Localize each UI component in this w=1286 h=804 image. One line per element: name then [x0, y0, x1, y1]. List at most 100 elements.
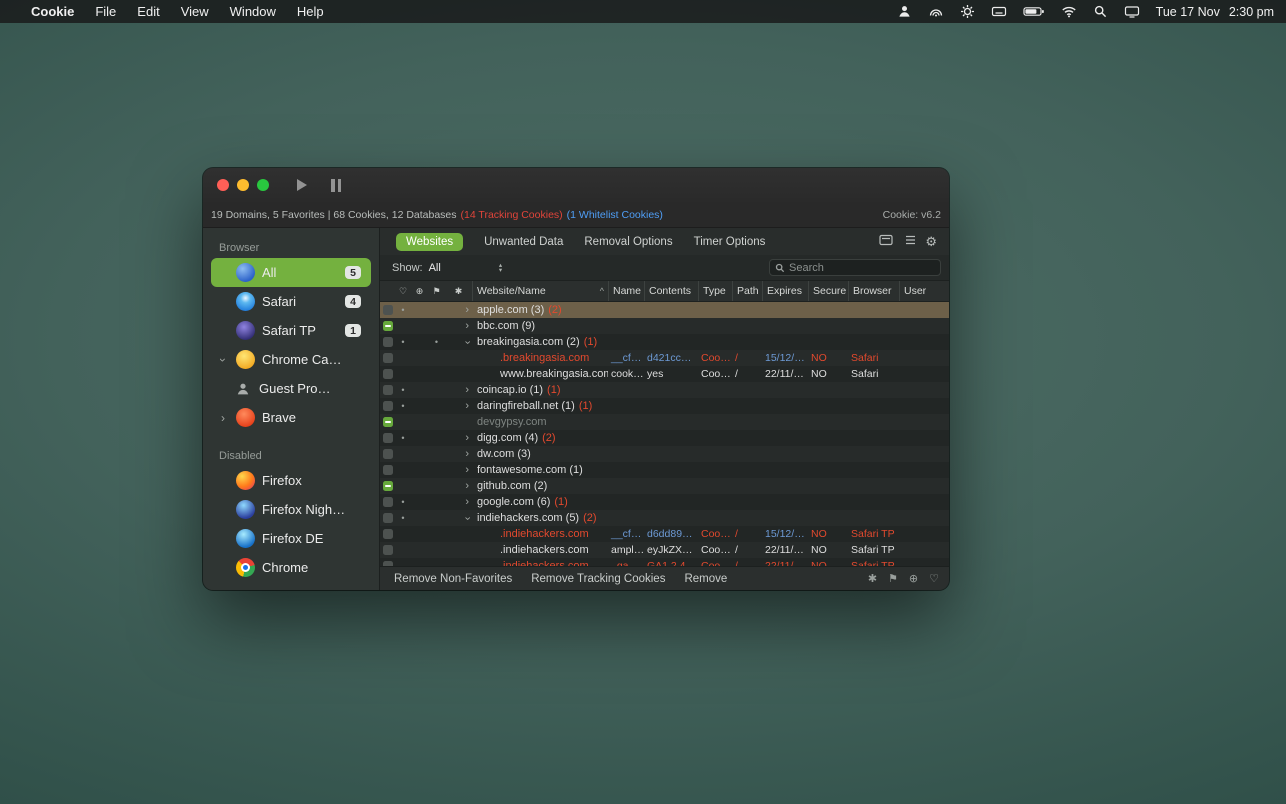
disclosure-cell[interactable] — [445, 558, 472, 566]
row-checkbox[interactable] — [383, 321, 393, 331]
gear-icon[interactable] — [960, 4, 975, 19]
sidebar-item-firefox-nightly[interactable]: Firefox Nigh… — [211, 495, 371, 524]
heart-icon[interactable]: ♡ — [929, 572, 939, 585]
disclosure-cell[interactable] — [445, 366, 472, 382]
chevron-down-icon[interactable]: › — [217, 353, 229, 367]
row-checkbox[interactable] — [383, 529, 393, 539]
chevron-down-icon[interactable]: › — [462, 516, 472, 520]
sidebar-item-chrome-canary[interactable]: › Chrome Ca… — [211, 345, 371, 374]
table-row[interactable]: .indiehackers.com_gaGA1.2.4…Coo…/22/11/…… — [380, 558, 949, 566]
status-whitelist-count[interactable]: (1 Whitelist Cookies) — [567, 209, 663, 221]
row-checkbox[interactable] — [383, 481, 393, 491]
disclosure-cell[interactable]: › — [445, 478, 472, 494]
chevron-right-icon[interactable]: › — [465, 385, 469, 396]
remove-tracking-cookies-button[interactable]: Remove Tracking Cookies — [531, 573, 665, 585]
table-row[interactable]: .indiehackers.com__cf…d6dd89…Coo…/15/12/… — [380, 526, 949, 542]
sidebar-item-guest-profile[interactable]: Guest Pro… — [227, 374, 371, 403]
tab-unwanted-data[interactable]: Unwanted Data — [484, 236, 563, 248]
disclosure-cell[interactable] — [445, 542, 472, 558]
sidebar-item-all[interactable]: All 5 — [211, 258, 371, 287]
table-row[interactable]: •›coincap.io (1)(1) — [380, 382, 949, 398]
table-row[interactable]: www.breakingasia.comcook…yesCoo…/22/11/…… — [380, 366, 949, 382]
menu-help[interactable]: Help — [297, 4, 324, 19]
hotspot-icon[interactable] — [928, 4, 944, 19]
table-row[interactable]: •›indiehackers.com (5)(2) — [380, 510, 949, 526]
row-checkbox[interactable] — [383, 545, 393, 555]
sidebar-item-chrome[interactable]: Chrome — [211, 553, 371, 582]
sidebar-item-brave[interactable]: › Brave — [211, 403, 371, 432]
column-header-name[interactable]: Name — [608, 281, 644, 301]
asterisk-icon[interactable]: ✱ — [868, 572, 877, 585]
row-checkbox[interactable] — [383, 513, 393, 523]
show-stepper-icon[interactable]: ▴▾ — [499, 263, 502, 273]
chevron-right-icon[interactable]: › — [465, 305, 469, 316]
search-input[interactable] — [789, 262, 935, 274]
column-header-browser[interactable]: Browser — [848, 281, 899, 301]
table-row[interactable]: devgypsy.com — [380, 414, 949, 430]
play-icon[interactable] — [297, 179, 307, 191]
sidebar-item-firefox-de[interactable]: Firefox DE — [211, 524, 371, 553]
minimize-button[interactable] — [237, 179, 249, 191]
sidebar-item-firefox[interactable]: Firefox — [211, 466, 371, 495]
disclosure-cell[interactable]: › — [445, 430, 472, 446]
control-center-icon[interactable] — [1124, 4, 1140, 19]
table-row[interactable]: •›apple.com (3)(2) — [380, 302, 949, 318]
keyboard-icon[interactable] — [991, 4, 1007, 19]
search-field[interactable] — [769, 259, 941, 276]
table-row[interactable]: .breakingasia.com__cf…d421cc…Coo…/15/12/… — [380, 350, 949, 366]
column-header-path[interactable]: Path — [732, 281, 762, 301]
row-checkbox[interactable] — [383, 305, 393, 315]
tab-websites[interactable]: Websites — [396, 233, 463, 251]
row-checkbox[interactable] — [383, 449, 393, 459]
row-checkbox[interactable] — [383, 417, 393, 427]
search-icon[interactable] — [1093, 4, 1108, 19]
disclosure-cell[interactable]: › — [445, 494, 472, 510]
pause-icon[interactable] — [331, 179, 341, 192]
chevron-right-icon[interactable]: › — [465, 321, 469, 332]
row-checkbox[interactable] — [383, 369, 393, 379]
remove-button[interactable]: Remove — [684, 573, 727, 585]
table-row[interactable]: ••›breakingasia.com (2)(1) — [380, 334, 949, 350]
disclosure-cell[interactable]: › — [445, 334, 472, 350]
chevron-right-icon[interactable]: › — [465, 465, 469, 476]
disclosure-cell[interactable] — [445, 350, 472, 366]
chevron-right-icon[interactable]: › — [217, 411, 229, 425]
chevron-right-icon[interactable]: › — [465, 401, 469, 412]
card-view-icon[interactable] — [879, 234, 893, 249]
table-row[interactable]: .indiehackers.comampl…eyJkZX…Coo…/22/11/… — [380, 542, 949, 558]
table-row[interactable]: ›github.com (2) — [380, 478, 949, 494]
flag-icon[interactable]: ⚑ — [888, 572, 898, 585]
chevron-right-icon[interactable]: › — [465, 449, 469, 460]
zoom-button[interactable] — [257, 179, 269, 191]
table-row[interactable]: •›digg.com (4)(2) — [380, 430, 949, 446]
app-menu-title[interactable]: Cookie — [31, 4, 74, 19]
table-row[interactable]: ›bbc.com (9) — [380, 318, 949, 334]
disclosure-cell[interactable]: › — [445, 318, 472, 334]
flag-icon[interactable]: ⚑ — [428, 281, 445, 301]
asterisk-icon[interactable]: ✱ — [445, 281, 472, 301]
heart-icon[interactable]: ♡ — [395, 281, 411, 301]
remove-non-favorites-button[interactable]: Remove Non-Favorites — [394, 573, 512, 585]
user-icon[interactable] — [897, 4, 912, 19]
disclosure-cell[interactable]: › — [445, 398, 472, 414]
settings-gear-icon[interactable]: ⚙ — [925, 234, 937, 250]
column-header-contents[interactable]: Contents — [644, 281, 698, 301]
show-value-dropdown[interactable]: All — [429, 262, 441, 274]
row-checkbox[interactable] — [383, 433, 393, 443]
battery-icon[interactable] — [1023, 4, 1045, 19]
row-checkbox[interactable] — [383, 465, 393, 475]
column-header-secure[interactable]: Secure — [808, 281, 848, 301]
disclosure-cell[interactable] — [445, 526, 472, 542]
menu-window[interactable]: Window — [230, 4, 276, 19]
menu-view[interactable]: View — [181, 4, 209, 19]
tab-timer-options[interactable]: Timer Options — [694, 236, 766, 248]
close-button[interactable] — [217, 179, 229, 191]
chevron-down-icon[interactable]: › — [462, 340, 472, 344]
menu-edit[interactable]: Edit — [137, 4, 159, 19]
menubar-clock[interactable]: Tue 17 Nov 2:30 pm — [1156, 5, 1274, 19]
tab-removal-options[interactable]: Removal Options — [584, 236, 672, 248]
disclosure-cell[interactable] — [445, 414, 472, 430]
chevron-right-icon[interactable]: › — [465, 433, 469, 444]
menu-file[interactable]: File — [95, 4, 116, 19]
chevron-right-icon[interactable]: › — [465, 481, 469, 492]
